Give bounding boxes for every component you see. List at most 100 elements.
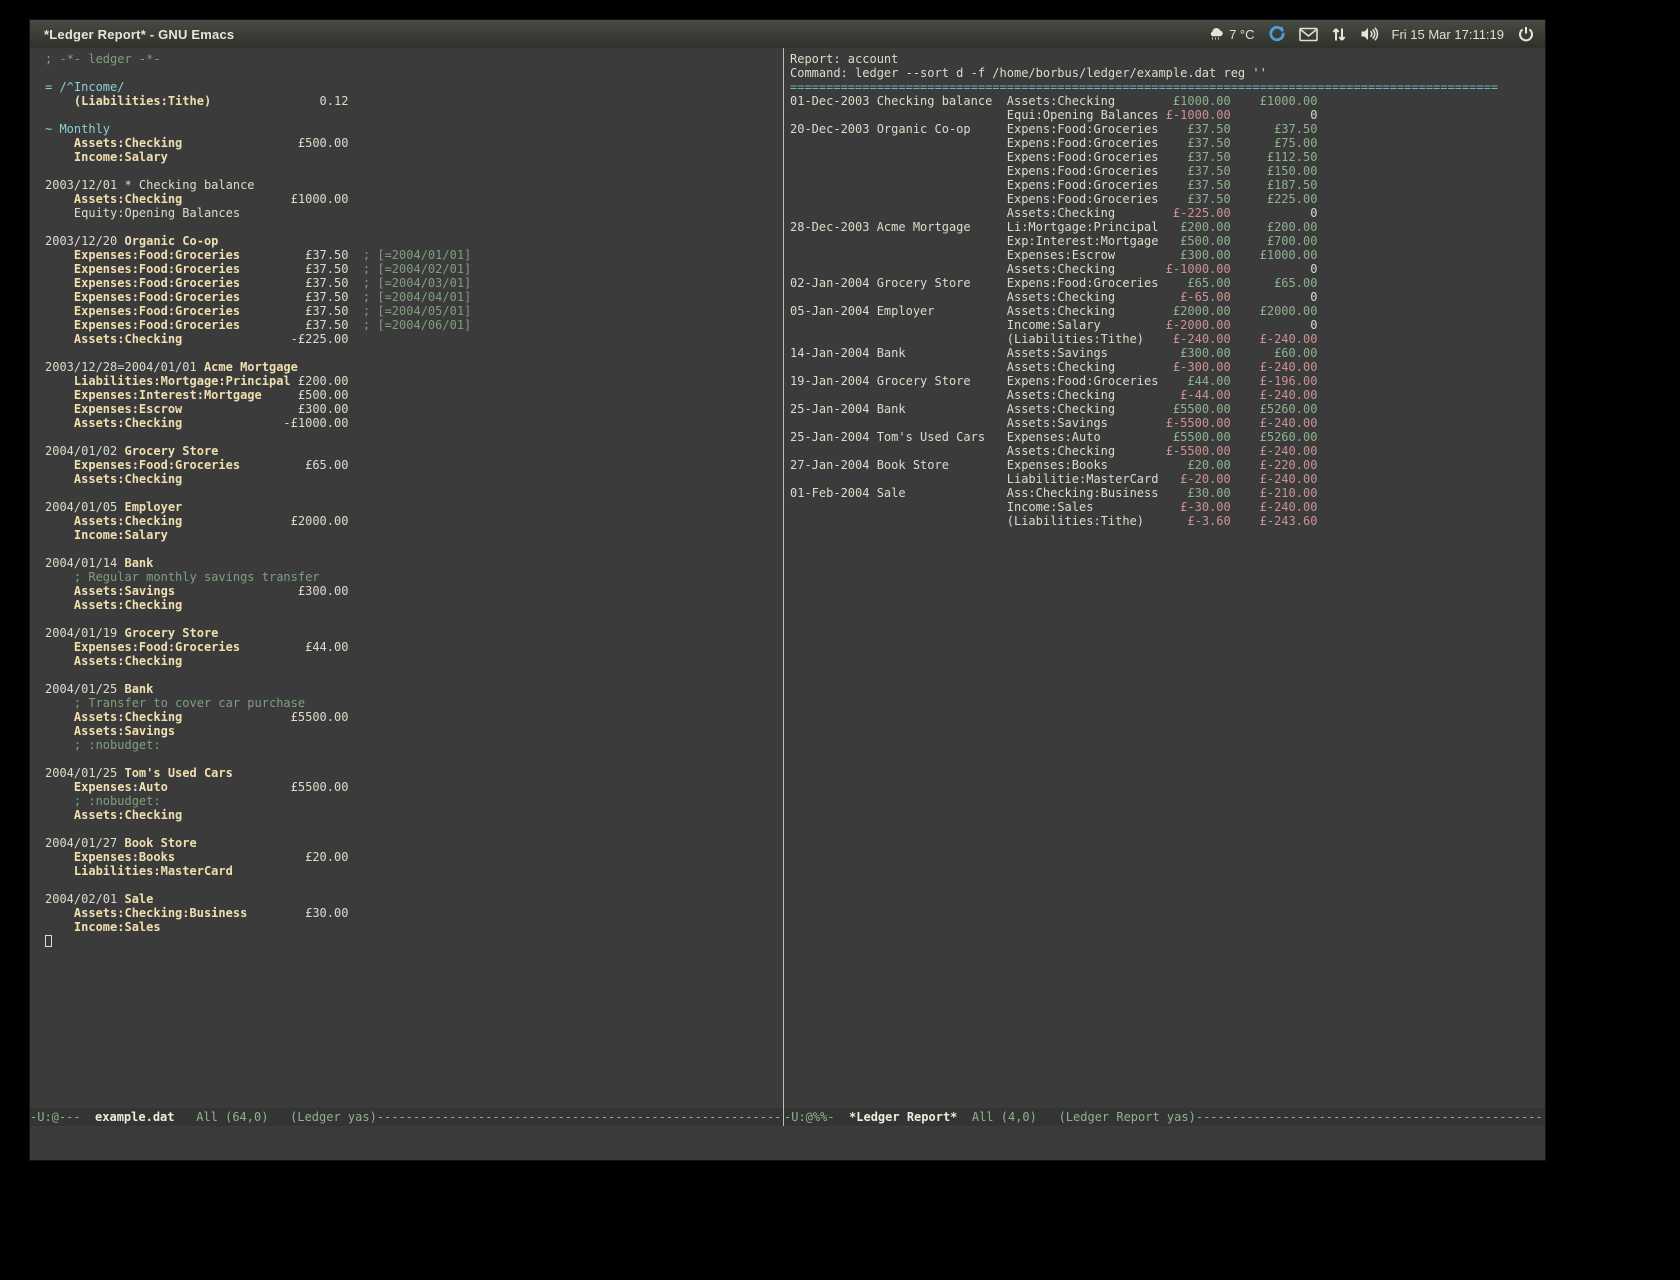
text-segment: Assets:Checking xyxy=(74,136,182,150)
text-segment: £-20.00 xyxy=(1158,472,1230,486)
text-segment: 0 xyxy=(1231,262,1318,276)
text-segment: £1000.00 xyxy=(1231,248,1318,262)
text-segment: £-2000.00 xyxy=(1158,318,1230,332)
text-segment xyxy=(45,598,74,612)
text-segment: Assets:Checking xyxy=(1007,94,1159,108)
text-segment: £44.00 xyxy=(1158,374,1230,388)
text-segment: Assets:Checking xyxy=(1007,206,1159,220)
text-segment: £5500.00 xyxy=(168,780,349,794)
modeline-segment: All (4,0) xyxy=(972,1110,1037,1124)
buffer-line: 2003/12/20 Organic Co-op xyxy=(45,234,783,248)
text-segment: = /^Income/ xyxy=(45,80,124,94)
text-segment xyxy=(45,654,74,668)
text-segment: Sale xyxy=(124,892,153,906)
ledger-report-buffer[interactable]: Report: accountCommand: ledger --sort d … xyxy=(784,48,1545,1108)
text-segment: £200.00 xyxy=(1231,220,1318,234)
network-icon[interactable] xyxy=(1331,26,1347,43)
text-segment: 2004/01/14 xyxy=(45,556,124,570)
text-segment: Expens:Food:Groceries xyxy=(1007,164,1159,178)
text-segment: Assets:Savings xyxy=(74,724,175,738)
text-segment: Expenses:Auto xyxy=(74,780,168,794)
modeline-segment: ----------------------------------------… xyxy=(377,1110,783,1124)
text-cursor xyxy=(45,935,52,947)
buffer-line: Income:Salary xyxy=(45,150,783,164)
buffer-line: Command: ledger --sort d -f /home/borbus… xyxy=(790,66,1545,80)
buffer-line: Equity:Opening Balances xyxy=(45,206,783,220)
text-segment: £2000.00 xyxy=(1231,304,1318,318)
temperature-label: 7 °C xyxy=(1229,27,1254,42)
text-segment: ; [=2004/03/01] xyxy=(348,276,471,290)
text-segment: £-240.00 xyxy=(1158,332,1230,346)
buffer-line: Assets:Checking £-1000.00 0 xyxy=(790,262,1545,276)
text-segment: £37.50 xyxy=(240,290,348,304)
buffer-line: Expenses:Food:Groceries £37.50 ; [=2004/… xyxy=(45,276,783,290)
text-segment: Equity:Opening Balances xyxy=(45,206,240,220)
text-segment: Expens:Food:Groceries xyxy=(1007,178,1159,192)
text-segment: £-1000.00 xyxy=(1158,108,1230,122)
text-segment: 2004/01/19 xyxy=(45,626,124,640)
buffer-line: ; -*- ledger -*- xyxy=(45,52,783,66)
mail-icon[interactable] xyxy=(1299,27,1318,42)
text-segment: £30.00 xyxy=(1158,486,1230,500)
text-segment: Assets:Checking xyxy=(1007,290,1159,304)
text-segment: £-300.00 xyxy=(1158,360,1230,374)
text-segment: Expenses:Food:Groceries xyxy=(74,318,240,332)
refresh-icon[interactable] xyxy=(1268,25,1286,43)
text-segment: 0 xyxy=(1231,206,1318,220)
buffer-line: Assets:Checking:Business £30.00 xyxy=(45,906,783,920)
text-segment xyxy=(790,248,1007,262)
text-segment: Assets:Checking xyxy=(74,192,182,206)
clock[interactable]: Fri 15 Mar 17:11:19 xyxy=(1392,27,1504,42)
text-segment: 2003/12/28=2004/01/01 xyxy=(45,360,204,374)
buffer-line: Equi:Opening Balances £-1000.00 0 xyxy=(790,108,1545,122)
text-segment: £700.00 xyxy=(1231,234,1318,248)
text-segment xyxy=(790,178,1007,192)
buffer-line xyxy=(45,346,783,360)
text-segment: £37.50 xyxy=(1158,122,1230,136)
text-segment: Assets:Checking xyxy=(74,416,182,430)
buffer-line: (Liabilities:Tithe) £-240.00 £-240.00 xyxy=(790,332,1545,346)
power-icon[interactable] xyxy=(1517,25,1535,43)
buffer-line: 05-Jan-2004 Employer Assets:Checking £20… xyxy=(790,304,1545,318)
text-segment: £-30.00 xyxy=(1158,500,1230,514)
buffer-line: Assets:Checking £-5500.00 £-240.00 xyxy=(790,444,1545,458)
minibuffer[interactable] xyxy=(30,1126,1545,1160)
text-segment: (Liabilities:Tithe) xyxy=(74,94,211,108)
text-segment: ; :nobudget: xyxy=(45,794,161,808)
weather-indicator[interactable]: 7 °C xyxy=(1208,26,1254,42)
buffer-line: Assets:Checking £-225.00 0 xyxy=(790,206,1545,220)
buffer-line: Assets:Checking xyxy=(45,808,783,822)
text-segment: 0 xyxy=(1231,318,1318,332)
text-segment: Assets:Checking xyxy=(74,332,182,346)
buffer-line: Liabilitie:MasterCard £-20.00 £-240.00 xyxy=(790,472,1545,486)
text-segment xyxy=(45,276,74,290)
buffer-line: Assets:Checking £-65.00 0 xyxy=(790,290,1545,304)
titlebar[interactable]: *Ledger Report* - GNU Emacs 7 °C xyxy=(30,20,1545,48)
text-segment: Expenses:Books xyxy=(1007,458,1159,472)
buffer-line: Expenses:Books £20.00 xyxy=(45,850,783,864)
buffer-line: 25-Jan-2004 Bank Assets:Checking £5500.0… xyxy=(790,402,1545,416)
volume-icon[interactable] xyxy=(1360,26,1379,42)
buffer-line: ~ Monthly xyxy=(45,122,783,136)
text-segment: £1000.00 xyxy=(182,192,348,206)
text-segment: £65.00 xyxy=(240,458,348,472)
text-segment: £-196.00 xyxy=(1231,374,1318,388)
buffer-line: 01-Dec-2003 Checking balance Assets:Chec… xyxy=(790,94,1545,108)
text-segment xyxy=(45,248,74,262)
text-segment: 2004/02/01 xyxy=(45,892,124,906)
text-segment: £37.50 xyxy=(1158,150,1230,164)
buffer-line: Report: account xyxy=(790,52,1545,66)
buffer-line: Assets:Checking £5500.00 xyxy=(45,710,783,724)
buffer-line: Expenses:Food:Groceries £37.50 ; [=2004/… xyxy=(45,318,783,332)
buffer-line: Expenses:Interest:Mortgage £500.00 xyxy=(45,388,783,402)
text-segment: Employer xyxy=(124,500,182,514)
text-segment: Expenses:Food:Groceries xyxy=(74,290,240,304)
text-segment xyxy=(45,528,74,542)
buffer-line: 2004/01/14 Bank xyxy=(45,556,783,570)
text-segment: 05-Jan-2004 Employer xyxy=(790,304,1007,318)
ledger-file-buffer[interactable]: ; -*- ledger -*- = /^Income/ (Liabilities… xyxy=(30,48,783,1108)
text-segment xyxy=(790,332,1007,346)
text-segment: Expens:Food:Groceries xyxy=(1007,136,1159,150)
text-segment xyxy=(790,192,1007,206)
text-segment: £1000.00 xyxy=(1231,94,1318,108)
